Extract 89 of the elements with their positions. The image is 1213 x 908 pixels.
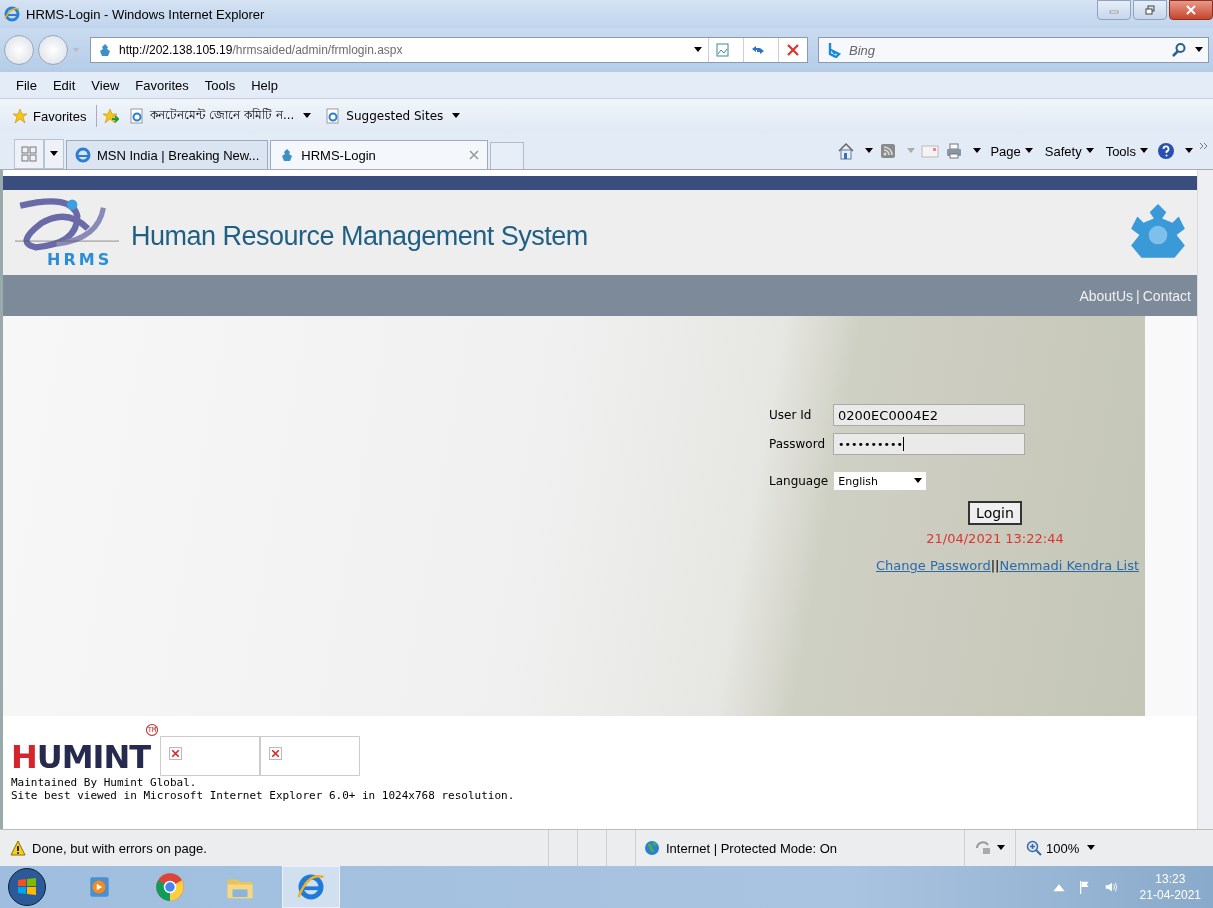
link-separator: ||	[990, 558, 1000, 573]
command-menu[interactable]: Tools	[1102, 143, 1151, 159]
caret-icon	[1140, 148, 1148, 154]
browser-logo-icon	[4, 6, 20, 22]
menu-item[interactable]: Help	[245, 77, 284, 93]
chrome-icon	[155, 872, 185, 902]
browser-logo-icon	[296, 872, 326, 902]
zoom-icon[interactable]	[1026, 840, 1042, 856]
caret-icon[interactable]	[997, 845, 1005, 851]
scrollbar[interactable]	[1197, 170, 1213, 829]
help-icon[interactable]	[1157, 142, 1175, 160]
web-page-icon	[325, 108, 342, 124]
date-time: 21/04/2021 13:22:44	[926, 531, 1064, 546]
taskbar-button[interactable]	[282, 866, 340, 908]
printer-icon[interactable]	[945, 142, 964, 160]
tab-list-button[interactable]	[44, 139, 64, 169]
caret-icon	[1085, 148, 1094, 154]
add-favorite-icon[interactable]	[103, 108, 120, 124]
input-field[interactable]: 0200EC0004E2	[833, 404, 1025, 426]
caret-icon[interactable]	[1087, 845, 1096, 851]
caret-icon[interactable]	[1195, 47, 1203, 53]
close-icon	[1185, 5, 1197, 15]
globe-icon	[644, 840, 660, 856]
language-dropdown[interactable]: English	[834, 472, 927, 490]
stop-icon	[785, 42, 801, 58]
broken-image-icon	[169, 747, 183, 760]
caret-icon	[303, 113, 312, 119]
caret-icon	[72, 47, 80, 53]
command-menu[interactable]: Page	[987, 143, 1036, 159]
minimize-button[interactable]	[1097, 0, 1131, 20]
forward-button[interactable]	[38, 35, 68, 65]
field-label: Password	[769, 437, 827, 451]
web-page-icon	[129, 108, 146, 124]
favorite-link[interactable]: Suggested Sites	[321, 106, 465, 126]
page-picture-icon	[715, 42, 731, 58]
mail-icon[interactable]	[921, 142, 940, 160]
caret-icon	[914, 478, 923, 484]
chevron-icon[interactable]	[1199, 142, 1209, 150]
menu-item[interactable]: Favorites	[129, 77, 195, 93]
field-label: Language	[769, 474, 829, 488]
security-zone: Internet | Protected Mode: On	[666, 840, 838, 856]
search-provider-icon	[826, 42, 842, 58]
home-icon[interactable]	[837, 142, 856, 160]
input-field[interactable]: ••••••••••	[833, 433, 1025, 455]
field-label: User Id	[769, 408, 813, 422]
star-icon	[12, 108, 28, 124]
browser-logo-icon	[75, 147, 91, 163]
caret-icon	[50, 151, 58, 157]
menu-item[interactable]: Tools	[198, 77, 242, 93]
speaker-icon[interactable]	[1103, 880, 1118, 894]
caret-icon[interactable]	[973, 148, 982, 154]
zoom-level[interactable]: 100%	[1046, 840, 1080, 856]
menu-item[interactable]: Edit	[46, 77, 82, 93]
text-link[interactable]: Change Password	[876, 558, 991, 573]
status-message: Done, but with errors on page.	[32, 840, 207, 856]
link-separator: |	[1136, 287, 1140, 304]
broken-image-icon	[269, 747, 283, 760]
footer-text: Site best viewed in Microsoft Internet Explorer 6.0+ in 1024x768 resolution.	[11, 789, 516, 802]
caret-icon	[452, 113, 461, 119]
menu-item[interactable]: File	[10, 77, 43, 93]
browser-tab[interactable]: HRMS-Login	[270, 140, 489, 169]
login-button[interactable]: Login	[968, 501, 1022, 525]
caret-icon[interactable]	[865, 148, 874, 154]
back-button[interactable]	[4, 35, 34, 65]
humint-logo: HUMINT	[11, 738, 151, 776]
favorite-link[interactable]: কনটেনমেন্ট জোনে কমিটি ন...	[125, 104, 316, 128]
window-title: HRMS-Login - Windows Internet Explorer	[26, 6, 265, 22]
logo-text: HRMS	[47, 249, 113, 269]
start-button[interactable]	[8, 868, 46, 906]
grid-icon	[21, 146, 37, 162]
address-field[interactable]: http://202.138.105.19/hrmsaided/admin/frmlogin.aspx	[90, 37, 808, 63]
feed-icon[interactable]	[879, 142, 898, 160]
caret-icon	[1024, 148, 1033, 154]
search-icon[interactable]	[1171, 42, 1187, 58]
emblem-icon	[97, 42, 113, 58]
browser-tab[interactable]: MSN India | Breaking New...	[66, 140, 269, 169]
restore-button[interactable]	[1133, 0, 1167, 20]
command-menu[interactable]: Safety	[1041, 143, 1097, 159]
menu-item[interactable]: View	[85, 77, 126, 93]
caret-icon[interactable]	[694, 47, 702, 53]
footer-text: Maintained By Humint Global.	[11, 776, 198, 789]
warning-icon[interactable]	[10, 840, 26, 856]
close-icon[interactable]	[469, 150, 480, 160]
search-field[interactable]: Bing	[818, 37, 1209, 63]
favorites-button[interactable]: Favorites	[8, 106, 91, 126]
close-button[interactable]	[1169, 0, 1213, 20]
caret-icon[interactable]	[1185, 148, 1193, 154]
restore-icon	[1144, 5, 1156, 15]
site-title: Human Resource Management System	[131, 221, 588, 252]
